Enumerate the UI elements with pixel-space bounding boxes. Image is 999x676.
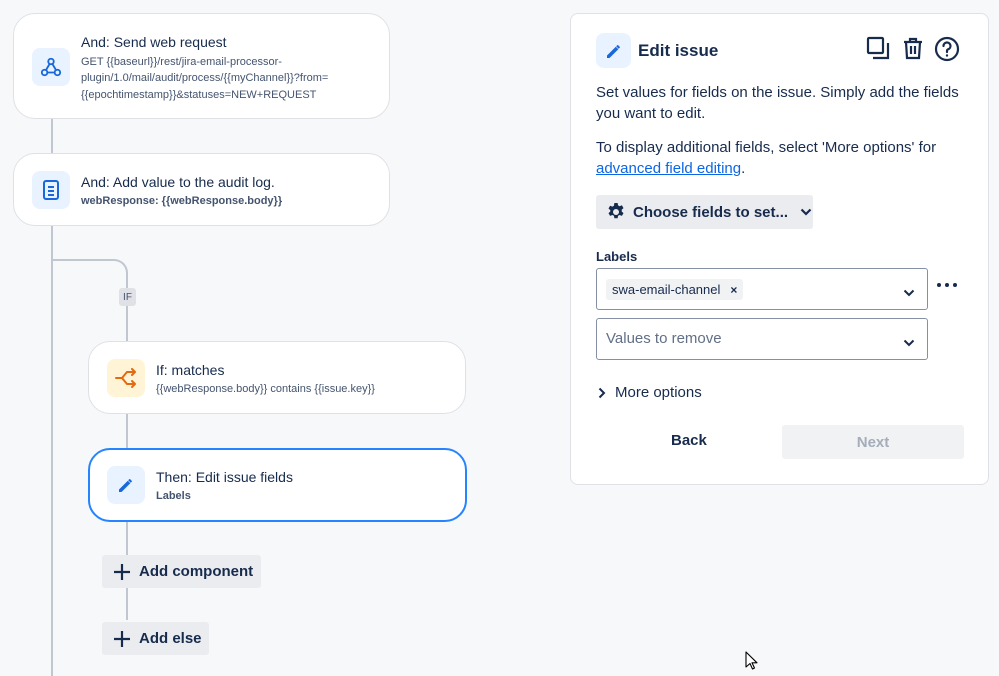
label-chip-text: swa-email-channel xyxy=(612,282,721,297)
chevron-down-icon xyxy=(903,334,915,352)
add-component-button[interactable]: Add component xyxy=(102,555,261,588)
card-detail: webResponse: {{webResponse.body}} xyxy=(81,195,283,207)
choose-fields-button[interactable]: Choose fields to set... xyxy=(596,195,813,229)
pencil-icon xyxy=(107,466,145,504)
card-title: And: Send web request xyxy=(81,34,227,50)
card-title: Then: Edit issue fields xyxy=(156,469,293,485)
connector-branch-curve xyxy=(52,259,128,289)
panel-title: Edit issue xyxy=(638,41,719,60)
trash-icon[interactable] xyxy=(901,36,925,65)
choose-fields-label: Choose fields to set... xyxy=(633,203,789,221)
edit-issue-panel: Edit issue Set values for fields on the … xyxy=(570,13,989,485)
chevron-right-icon xyxy=(598,387,606,399)
next-button[interactable]: Next xyxy=(782,425,964,459)
card-detail-line: plugin/1.0/mail/audit/process/{{myChanne… xyxy=(81,72,329,84)
hint-text: To display additional fields, select 'Mo… xyxy=(596,139,937,156)
card-title: And: Add value to the audit log. xyxy=(81,174,275,190)
connector-line xyxy=(51,118,53,154)
chip-remove-icon[interactable]: × xyxy=(730,283,737,297)
chevron-down-icon xyxy=(800,208,812,216)
send-web-request-card[interactable]: And: Send web request GET {{baseurl}}/re… xyxy=(13,13,390,119)
panel-description: Set values for fields on the issue. Simp… xyxy=(596,84,959,122)
plus-icon xyxy=(113,630,131,648)
hint-suffix: . xyxy=(741,160,746,177)
more-options-label: More options xyxy=(615,384,702,401)
if-tag: IF xyxy=(119,288,136,306)
labels-field-label: Labels xyxy=(596,249,638,264)
back-button[interactable]: Back xyxy=(671,432,707,449)
audit-log-card[interactable]: And: Add value to the audit log. webResp… xyxy=(13,153,390,226)
connector-line xyxy=(126,305,128,342)
card-detail: {{webResponse.body}} contains {{issue.ke… xyxy=(156,383,375,395)
more-actions-icon[interactable] xyxy=(936,275,958,300)
panel-pencil-icon xyxy=(596,33,631,68)
add-component-label: Add component xyxy=(139,563,254,580)
if-matches-card[interactable]: If: matches {{webResponse.body}} contain… xyxy=(88,341,466,414)
card-detail: Labels xyxy=(156,490,191,502)
connector-line xyxy=(126,413,128,449)
chevron-down-icon xyxy=(903,284,915,302)
mouse-cursor-icon xyxy=(745,651,758,675)
label-chip: swa-email-channel × xyxy=(606,279,744,300)
webhook-icon xyxy=(32,48,70,86)
edit-issue-fields-card[interactable]: Then: Edit issue fields Labels xyxy=(88,448,467,522)
plus-icon xyxy=(113,563,131,581)
help-icon[interactable] xyxy=(934,36,960,67)
add-else-button[interactable]: Add else xyxy=(102,622,209,655)
card-detail-line: {{epochtimestamp}}&statuses=NEW+REQUEST xyxy=(81,89,317,101)
card-title: If: matches xyxy=(156,362,225,378)
copy-icon[interactable] xyxy=(866,36,890,65)
connector-line xyxy=(51,225,53,676)
advanced-field-editing-link[interactable]: advanced field editing xyxy=(596,160,741,177)
values-to-remove-placeholder: Values to remove xyxy=(606,330,722,347)
labels-select[interactable]: swa-email-channel × xyxy=(596,268,928,310)
document-icon xyxy=(32,171,70,209)
panel-hint: To display additional fields, select 'Mo… xyxy=(596,137,966,179)
more-options-toggle[interactable]: More options xyxy=(598,384,702,401)
values-to-remove-select[interactable]: Values to remove xyxy=(596,318,928,360)
branch-icon xyxy=(107,359,145,397)
card-detail-line: GET {{baseurl}}/rest/jira-email-processo… xyxy=(81,56,282,68)
add-else-label: Add else xyxy=(139,630,202,647)
gear-icon xyxy=(606,202,626,222)
